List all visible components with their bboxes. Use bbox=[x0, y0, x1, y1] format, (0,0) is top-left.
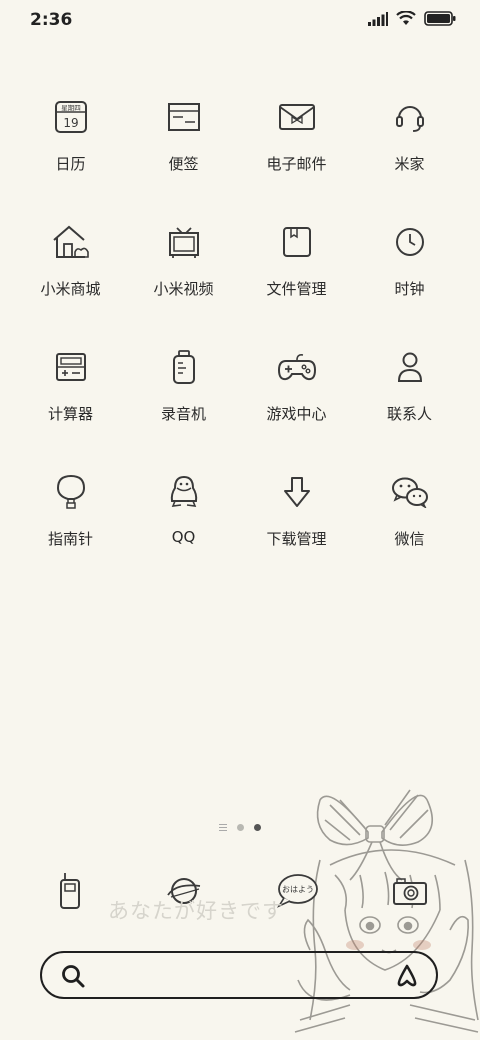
app-email[interactable]: 电子邮件 bbox=[240, 95, 353, 220]
app-label: 计算器 bbox=[47, 405, 93, 423]
app-contacts[interactable]: 联系人 bbox=[353, 345, 466, 470]
app-label: 便签 bbox=[168, 155, 199, 173]
app-calculator[interactable]: 计算器 bbox=[14, 345, 127, 470]
dock-camera[interactable] bbox=[385, 866, 435, 916]
app-label: 指南针 bbox=[47, 530, 93, 548]
app-label: 联系人 bbox=[386, 405, 432, 423]
app-label: 微信 bbox=[394, 530, 425, 548]
wifi-icon bbox=[396, 11, 416, 25]
tv-icon bbox=[162, 220, 206, 264]
clock-icon bbox=[388, 220, 432, 264]
app-label: 录音机 bbox=[160, 405, 206, 423]
calendar-date: 19 bbox=[63, 116, 78, 130]
app-game-center[interactable]: 游戏中心 bbox=[240, 345, 353, 470]
app-label: 电子邮件 bbox=[266, 155, 327, 173]
app-label: 小米视频 bbox=[153, 280, 214, 298]
app-label: 日历 bbox=[55, 155, 86, 173]
penguin-icon bbox=[162, 470, 206, 514]
app-row: 计算器 录音机 游戏中心 联系人 bbox=[0, 345, 480, 470]
app-grid: 星期四 19 日历 便签 电子邮件 米家 小米商城 小米视频 文件管理 时钟 计… bbox=[0, 95, 480, 595]
app-label: 小米商城 bbox=[40, 280, 101, 298]
app-file-manager[interactable]: 文件管理 bbox=[240, 220, 353, 345]
app-label: 文件管理 bbox=[266, 280, 327, 298]
headset-icon bbox=[388, 95, 432, 139]
status-bar: 2:36 bbox=[0, 0, 480, 42]
app-label: 米家 bbox=[394, 155, 425, 173]
camera-icon bbox=[393, 878, 427, 905]
assistant-icon[interactable] bbox=[394, 963, 420, 989]
envelope-icon bbox=[275, 95, 319, 139]
balloon-icon bbox=[49, 470, 93, 514]
search-icon bbox=[62, 965, 85, 988]
signal-icon bbox=[368, 11, 388, 26]
app-mi-store[interactable]: 小米商城 bbox=[14, 220, 127, 345]
person-icon bbox=[388, 345, 432, 389]
calculator-icon bbox=[49, 345, 93, 389]
notes-icon bbox=[162, 95, 206, 139]
page-indicator-list bbox=[219, 824, 227, 831]
app-notes[interactable]: 便签 bbox=[127, 95, 240, 220]
app-label: 时钟 bbox=[394, 280, 425, 298]
app-label: QQ bbox=[171, 528, 196, 546]
app-row: 星期四 19 日历 便签 电子邮件 米家 bbox=[0, 95, 480, 220]
page-indicator-dot-active bbox=[254, 824, 261, 831]
app-recorder[interactable]: 录音机 bbox=[127, 345, 240, 470]
app-mijia[interactable]: 米家 bbox=[353, 95, 466, 220]
app-label: 游戏中心 bbox=[266, 405, 327, 423]
battery-icon bbox=[424, 11, 456, 26]
app-mi-video[interactable]: 小米视频 bbox=[127, 220, 240, 345]
app-qq[interactable]: QQ bbox=[127, 470, 240, 595]
app-row: 指南针 QQ 下载管理 微信 bbox=[0, 470, 480, 595]
wallpaper-caption: あなたが好きです bbox=[108, 899, 284, 923]
app-calendar[interactable]: 星期四 19 日历 bbox=[14, 95, 127, 220]
app-downloads[interactable]: 下载管理 bbox=[240, 470, 353, 595]
bubble-text: おはよう bbox=[282, 885, 314, 894]
status-icons bbox=[368, 11, 456, 26]
app-wechat[interactable]: 微信 bbox=[353, 470, 466, 595]
house-icon bbox=[49, 220, 93, 264]
app-row: 小米商城 小米视频 文件管理 时钟 bbox=[0, 220, 480, 345]
app-compass[interactable]: 指南针 bbox=[14, 470, 127, 595]
download-arrow-icon bbox=[275, 470, 319, 514]
walkie-talkie-icon bbox=[60, 873, 80, 909]
calendar-icon: 星期四 19 bbox=[49, 95, 93, 139]
page-indicator-dot bbox=[237, 824, 244, 831]
search-bar[interactable] bbox=[40, 951, 438, 999]
wechat-icon bbox=[388, 470, 432, 514]
gamepad-icon bbox=[275, 345, 319, 389]
recorder-icon bbox=[162, 345, 206, 389]
status-time: 2:36 bbox=[30, 10, 73, 30]
app-label: 下载管理 bbox=[266, 530, 327, 548]
book-icon bbox=[275, 220, 319, 264]
calendar-weekday: 星期四 bbox=[61, 104, 81, 112]
dock-phone[interactable] bbox=[45, 866, 95, 916]
app-clock[interactable]: 时钟 bbox=[353, 220, 466, 345]
